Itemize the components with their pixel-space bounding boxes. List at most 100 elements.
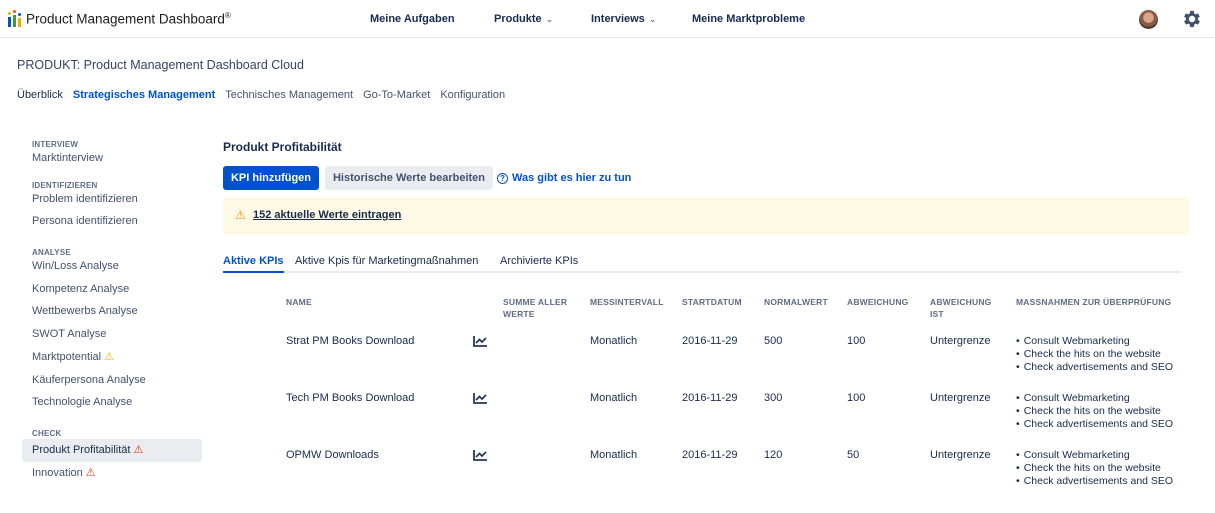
kpi-deviation: 100 — [847, 335, 866, 347]
column-header-line: IST — [930, 309, 944, 319]
nav-produkte[interactable]: Produkte ⌄ — [494, 13, 553, 25]
sidebar-item-technologie-analyse[interactable]: Technologie Analyse — [22, 391, 202, 414]
column-header-line: SUMME ALLER — [503, 297, 568, 307]
gear-icon[interactable] — [1181, 8, 1203, 30]
column-header-name: NAME — [286, 297, 312, 307]
edit-history-button[interactable]: Historische Werte bearbeiten — [325, 166, 493, 190]
page-title: PRODUKT: Product Management Dashboard Cl… — [17, 58, 304, 72]
kpi-normal-value: 300 — [764, 392, 783, 404]
kpi-normal-value: 120 — [764, 449, 783, 461]
error-icon: ⚠ — [133, 443, 144, 456]
kpi-interval: Monatlich — [590, 392, 638, 404]
app-logo[interactable]: Product Management Dashboard® — [8, 10, 231, 27]
help-link-label: Was gibt es hier zu tun — [512, 172, 632, 184]
kpi-deviation: 100 — [847, 392, 866, 404]
nav-meine-marktprobleme[interactable]: Meine Marktprobleme — [692, 13, 805, 25]
column-header-normalwert: NORMALWERT — [764, 297, 828, 307]
tab-archivierte-kpis[interactable]: Archivierte KPIs — [500, 255, 578, 273]
nav-meine-aufgaben[interactable]: Meine Aufgaben — [370, 13, 455, 25]
sidebar-item-marktpotential[interactable]: Marktpotential ⚠ — [22, 346, 202, 369]
kpi-name[interactable]: Tech PM Books Download — [286, 392, 414, 404]
kpi-interval: Monatlich — [590, 449, 638, 461]
avatar[interactable] — [1139, 10, 1158, 29]
warning-icon: ⚠ — [235, 208, 246, 222]
column-header-interval: MESSINTERVALL — [590, 297, 664, 307]
logo-icon — [8, 10, 24, 27]
chevron-down-icon: ⌄ — [545, 14, 554, 24]
sidebar-item-label: Marktinterview — [32, 152, 103, 164]
sidebar-item-label: Wettbewerbs Analyse — [32, 305, 138, 318]
list-item: Consult Webmarketing — [1016, 335, 1173, 348]
tab-strategisches-management[interactable]: Strategisches Management — [73, 89, 215, 101]
sidebar-item-label: Produkt Profitabilität — [32, 443, 131, 456]
help-link[interactable]: ? Was gibt es hier zu tun — [497, 172, 631, 184]
list-item: Consult Webmarketing — [1016, 392, 1173, 405]
sidebar-item-persona-identifizieren[interactable]: Persona identifizieren — [22, 210, 202, 233]
nav-label: Meine Marktprobleme — [692, 13, 806, 25]
section-title: Produkt Profitabilität — [223, 140, 342, 154]
list-item: Check the hits on the website — [1016, 348, 1173, 361]
kpi-tabs: Aktive KPIs Aktive Kpis für Marketingmaß… — [223, 255, 1182, 273]
sidebar-item-problem-identifizieren[interactable]: Problem identifizieren — [22, 188, 202, 211]
sidebar: INTERVIEW Marktinterview IDENTIFIZIEREN … — [22, 140, 202, 484]
add-kpi-button[interactable]: KPI hinzufügen — [223, 166, 319, 190]
top-navigation-bar: Product Management Dashboard® Meine Aufg… — [0, 0, 1215, 38]
kpi-deviation: 50 — [847, 449, 860, 461]
sidebar-heading: CHECK — [32, 428, 62, 438]
kpi-deviation-is: Untergrenze — [930, 392, 991, 404]
kpi-start-date: 2016-11-29 — [682, 392, 738, 404]
tab-technisches-management[interactable]: Technisches Management — [225, 89, 353, 101]
banner-link[interactable]: 152 aktuelle Werte eintragen — [253, 209, 401, 221]
kpi-name[interactable]: OPMW Downloads — [286, 449, 379, 461]
sidebar-item-marktinterview[interactable]: Marktinterview — [22, 147, 202, 170]
sidebar-item-label: Innovation — [32, 466, 83, 479]
chart-line-icon[interactable] — [473, 335, 488, 347]
list-item: Check the hits on the website — [1016, 405, 1173, 418]
tab-marketing-kpis[interactable]: Aktive Kpis für Marketingmaßnahmen — [295, 255, 478, 273]
tab-ueberblick[interactable]: Überblick — [17, 89, 63, 101]
sidebar-item-innovation[interactable]: Innovation ⚠ — [22, 462, 202, 485]
kpi-normal-value: 500 — [764, 335, 783, 347]
warning-icon: ⚠ — [104, 350, 114, 363]
kpi-deviation-is: Untergrenze — [930, 449, 991, 461]
sidebar-item-label: Technologie Analyse — [32, 396, 133, 409]
column-header-sum: SUMME ALLER WERTE — [503, 296, 567, 320]
kpi-deviation-is: Untergrenze — [930, 335, 991, 347]
project-tabs: Überblick Strategisches Management Techn… — [17, 89, 515, 101]
nav-label: Meine Aufgaben — [370, 13, 455, 25]
sidebar-item-kaeuferpersona-analyse[interactable]: Käuferpersona Analyse — [22, 369, 202, 392]
registered-mark: ® — [224, 10, 231, 20]
column-header-deviation: ABWEICHUNG — [847, 297, 909, 307]
kpi-measures: Consult Webmarketing Check the hits on t… — [1016, 335, 1173, 375]
nav-interviews[interactable]: Interviews ⌄ — [591, 13, 656, 25]
sidebar-item-win-loss-analyse[interactable]: Win/Loss Analyse — [22, 255, 202, 278]
list-item: Consult Webmarketing — [1016, 449, 1173, 462]
kpi-name[interactable]: Strat PM Books Download — [286, 335, 414, 347]
tab-konfiguration[interactable]: Konfiguration — [440, 89, 505, 101]
column-header-measures: MASSNAHMEN ZUR ÜBERPRÜFUNG — [1016, 297, 1172, 307]
chevron-down-icon: ⌄ — [648, 14, 657, 24]
sidebar-item-wettbewerbs-analyse[interactable]: Wettbewerbs Analyse — [22, 300, 202, 323]
sidebar-item-produkt-profitabilitaet[interactable]: Produkt Profitabilität ⚠ — [22, 438, 202, 462]
chart-line-icon[interactable] — [473, 449, 488, 461]
column-header-startdate: STARTDATUM — [682, 297, 742, 307]
chart-line-icon[interactable] — [473, 392, 488, 404]
kpi-measures: Consult Webmarketing Check the hits on t… — [1016, 392, 1173, 432]
error-icon: ⚠ — [85, 466, 96, 479]
column-header-deviation-is: ABWEICHUNG IST — [930, 296, 992, 320]
list-item: Check advertisements and SEO — [1016, 361, 1173, 374]
nav-label: Produkte — [494, 13, 542, 25]
sidebar-item-label: Käuferpersona Analyse — [32, 373, 146, 386]
tab-aktive-kpis[interactable]: Aktive KPIs — [223, 255, 284, 273]
kpi-measures: Consult Webmarketing Check the hits on t… — [1016, 449, 1173, 489]
app-title: Product Management Dashboard — [26, 11, 225, 27]
list-item: Check advertisements and SEO — [1016, 418, 1173, 431]
tab-go-to-market[interactable]: Go-To-Market — [363, 89, 430, 101]
list-item: Check the hits on the website — [1016, 462, 1173, 475]
sidebar-item-kompetenz-analyse[interactable]: Kompetenz Analyse — [22, 278, 202, 301]
help-circle-icon: ? — [497, 173, 508, 184]
sidebar-item-swot-analyse[interactable]: SWOT Analyse — [22, 323, 202, 346]
sidebar-item-label: Kompetenz Analyse — [32, 282, 130, 295]
sidebar-item-label: Win/Loss Analyse — [32, 260, 119, 273]
kpi-start-date: 2016-11-29 — [682, 335, 738, 347]
